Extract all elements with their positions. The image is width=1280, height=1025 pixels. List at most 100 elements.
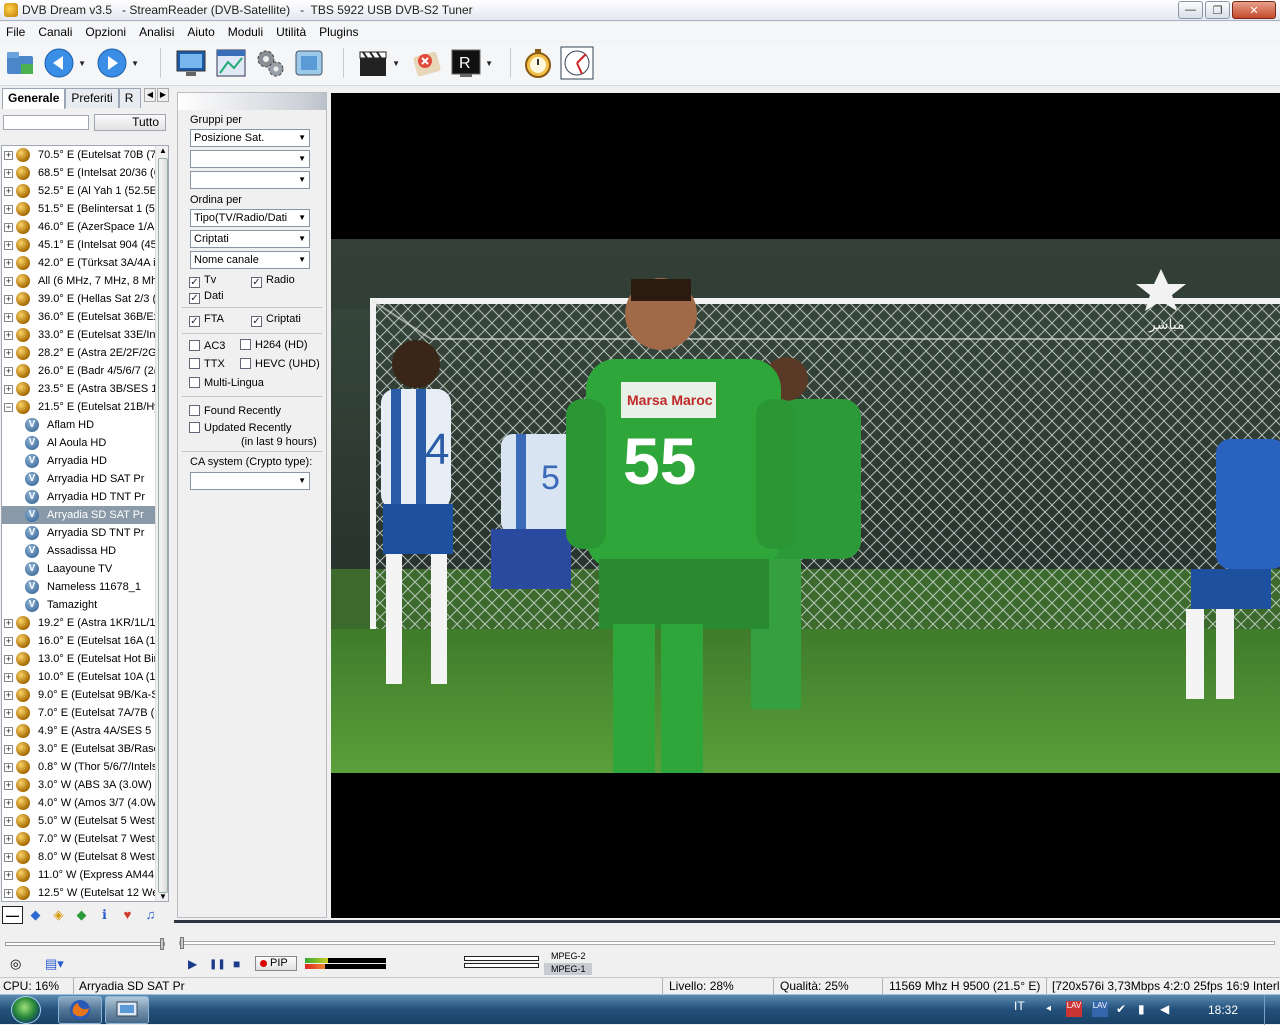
firefox-icon[interactable] (58, 996, 102, 1024)
menu-modules[interactable]: Moduli (222, 25, 270, 39)
hearts-icon[interactable]: ♥ (117, 906, 138, 924)
satellite-item[interactable]: − 21.5° E (Eutelsat 21B/Hy (2, 398, 168, 416)
expand-node-icon[interactable]: + (4, 871, 13, 880)
satellite-item[interactable]: +19.2° E (Astra 1KR/1L/1 (2, 614, 168, 632)
satellite-item[interactable]: +70.5° E (Eutelsat 70B (7 (2, 146, 168, 164)
expand-node-icon[interactable]: + (4, 817, 13, 826)
satellite-item[interactable]: +12.5° W (Eutelsat 12 We (2, 884, 168, 901)
menu-plugins[interactable]: Plugins (313, 25, 365, 39)
teletext-R-icon[interactable]: R ▼ (449, 46, 493, 80)
menu-channels[interactable]: Canali (32, 25, 79, 39)
play-button[interactable]: ▶ (188, 957, 197, 971)
satellite-item[interactable]: +10.0° E (Eutelsat 10A (1 (2, 668, 168, 686)
show-desktop-button[interactable] (1264, 995, 1278, 1025)
expand-node-icon[interactable]: + (4, 673, 13, 682)
satellite-item[interactable]: +46.0° E (AzerSpace 1/A (2, 218, 168, 236)
collapse-icon[interactable]: — (2, 906, 23, 924)
stop-button[interactable]: ■ (233, 957, 240, 971)
satellite-item[interactable]: +51.5° E (Belintersat 1 (5 (2, 200, 168, 218)
left-slider[interactable] (5, 938, 165, 950)
expand-node-icon[interactable]: + (4, 763, 13, 772)
volume-icon[interactable]: ◀ (1160, 1002, 1169, 1016)
settings-gears-icon[interactable] (253, 46, 287, 80)
network-icon[interactable]: ▮ (1138, 1002, 1145, 1016)
expand-node-icon[interactable]: + (4, 241, 13, 250)
info-icon[interactable]: ℹ (94, 906, 115, 924)
tab-scroll-left-icon[interactable]: ◀ (144, 88, 156, 102)
crypted-checkbox[interactable]: ✓ Criptati (251, 313, 301, 327)
found-recently-checkbox[interactable]: Found Recently (189, 405, 281, 417)
expand-node-icon[interactable]: + (4, 691, 13, 700)
updated-recently-checkbox[interactable]: Updated Recently (189, 422, 291, 434)
forward-icon[interactable]: ▼ (95, 46, 139, 80)
face-icon[interactable]: ◈ (48, 906, 69, 924)
satellite-item[interactable]: +33.0° E (Eutelsat 33E/Int (2, 326, 168, 344)
scroll-down-icon[interactable]: ▼ (159, 892, 167, 901)
expand-node-icon[interactable]: + (4, 745, 13, 754)
ac3-checkbox[interactable]: AC3 (189, 340, 225, 352)
expand-node-icon[interactable]: + (4, 151, 13, 160)
channel-item[interactable]: V Arryadia HD (2, 452, 168, 470)
expand-node-icon[interactable]: + (4, 781, 13, 790)
satellite-item[interactable]: +26.0° E (Badr 4/5/6/7 (2( (2, 362, 168, 380)
expand-node-icon[interactable]: + (4, 619, 13, 628)
hevc-checkbox[interactable]: HEVC (UHD) (240, 358, 320, 370)
usb-icon[interactable]: ✔ (1116, 1002, 1126, 1016)
dvb-dream-icon[interactable] (105, 996, 149, 1024)
codec-mpeg2[interactable]: MPEG-2 (544, 950, 592, 962)
menu-analysis[interactable]: Analisi (133, 25, 181, 39)
expand-node-icon[interactable]: + (4, 169, 13, 178)
menu-help[interactable]: Aiuto (181, 25, 221, 39)
expand-node-icon[interactable]: + (4, 709, 13, 718)
diamond-blue-icon[interactable]: ◆ (25, 906, 46, 924)
pip-button[interactable]: PIP (255, 956, 297, 971)
tab-r[interactable]: R (118, 88, 141, 108)
clock[interactable]: 18:32 (1208, 1003, 1238, 1017)
expand-node-icon[interactable]: + (4, 277, 13, 286)
green-diamond-icon[interactable]: ◆ (71, 906, 92, 924)
time-shift-icon[interactable] (560, 46, 594, 80)
expand-node-icon[interactable]: + (4, 313, 13, 322)
mask-icon[interactable]: ♫ (140, 906, 161, 924)
channel-item[interactable]: V Arryadia HD SAT Pr (2, 470, 168, 488)
seek-bar[interactable] (179, 937, 1275, 949)
tray-expand-icon[interactable]: ◂ (1046, 1003, 1051, 1014)
audio-icon[interactable]: ◎ (10, 956, 21, 971)
expand-node-icon[interactable]: + (4, 205, 13, 214)
expand-node-icon[interactable]: + (4, 889, 13, 898)
expand-node-icon[interactable]: + (4, 727, 13, 736)
satellite-item[interactable]: +8.0° W (Eutelsat 8 West (2, 848, 168, 866)
open-folder-icon[interactable] (4, 46, 38, 80)
satellite-item[interactable]: +23.5° E (Astra 3B/SES 1 (2, 380, 168, 398)
ca-system-select[interactable]: ▼ (190, 472, 310, 490)
satellite-item[interactable]: +45.1° E (Intelsat 904 (45 (2, 236, 168, 254)
group-by-select-3[interactable]: ▼ (190, 171, 310, 189)
ttx-checkbox[interactable]: TTX (189, 358, 225, 370)
satellite-item[interactable]: +11.0° W (Express AM44 (2, 866, 168, 884)
satellite-item[interactable]: +5.0° W (Eutelsat 5 West (2, 812, 168, 830)
channel-item[interactable]: V Al Aoula HD (2, 434, 168, 452)
expand-node-icon[interactable]: + (4, 187, 13, 196)
tree-scrollbar[interactable]: ▲ ▼ (155, 146, 168, 901)
group-by-select-2[interactable]: ▼ (190, 150, 310, 168)
collapse-node-icon[interactable]: − (4, 403, 13, 412)
menu-file[interactable]: File (0, 25, 32, 39)
channel-search-input[interactable] (3, 115, 89, 130)
satellite-item[interactable]: + All (6 MHz, 7 MHz, 8 Mh (2, 272, 168, 290)
tab-scroll-right-icon[interactable]: ▶ (157, 88, 169, 102)
clapperboard-icon[interactable]: ▼ (356, 46, 400, 80)
channel-item[interactable]: V Aflam HD (2, 416, 168, 434)
expand-node-icon[interactable]: + (4, 223, 13, 232)
group-by-select-1[interactable]: Posizione Sat. ▼ (190, 129, 310, 147)
channel-item[interactable]: V Tamazight (2, 596, 168, 614)
expand-node-icon[interactable]: + (4, 331, 13, 340)
multilang-checkbox[interactable]: Multi-Lingua (189, 377, 264, 389)
tab-favorites[interactable]: Preferiti (65, 88, 119, 108)
start-button[interactable] (2, 995, 50, 1025)
order-by-select-1[interactable]: Tipo(TV/Radio/Dati ▼ (190, 209, 310, 227)
satellite-item[interactable]: +52.5° E (Al Yah 1 (52.5E (2, 182, 168, 200)
expand-node-icon[interactable]: + (4, 835, 13, 844)
scroll-thumb[interactable] (158, 158, 168, 893)
satellite-item[interactable]: +4.0° W (Amos 3/7 (4.0W (2, 794, 168, 812)
lav-video-icon[interactable]: LAV (1092, 1001, 1108, 1017)
